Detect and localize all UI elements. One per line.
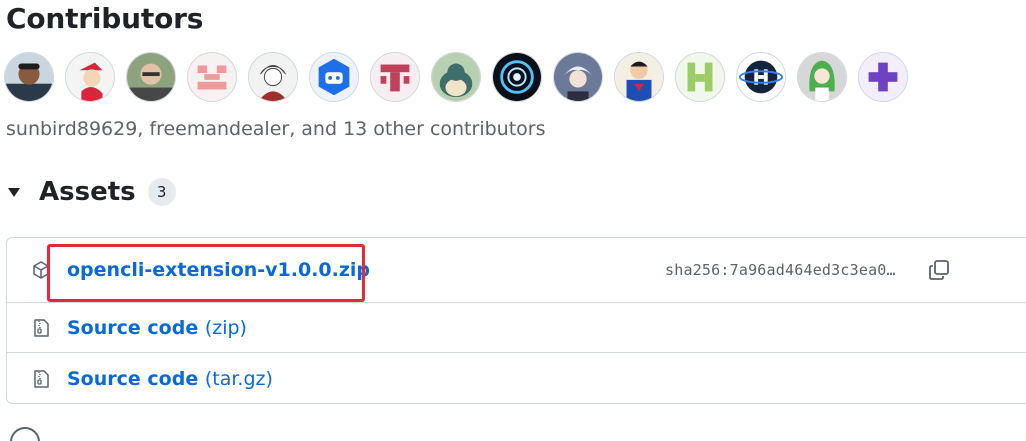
copy-button[interactable] bbox=[925, 256, 953, 284]
asset-sha256[interactable]: sha256:7a96ad464ed3c3ea0… bbox=[665, 261, 896, 279]
assets-header[interactable]: Assets 3 bbox=[6, 175, 176, 209]
contributors-heading: Contributors bbox=[6, 2, 204, 35]
asset-row: Source code (zip) bbox=[7, 303, 1026, 353]
asset-row: Source code (tar.gz) bbox=[7, 353, 1026, 404]
contributors-summary[interactable]: sunbird89629, freemandealer, and 13 othe… bbox=[6, 118, 546, 140]
file-zip-icon bbox=[34, 369, 49, 388]
avatar[interactable] bbox=[797, 52, 847, 102]
smiley-icon[interactable] bbox=[8, 425, 42, 441]
avatar[interactable] bbox=[248, 52, 298, 102]
avatar[interactable] bbox=[675, 52, 725, 102]
caret-down-icon[interactable] bbox=[6, 184, 22, 200]
assets-heading: Assets bbox=[39, 177, 136, 207]
asset-download-link[interactable]: opencli-extension-v1.0.0.zip bbox=[67, 259, 370, 281]
package-icon bbox=[33, 261, 49, 279]
asset-row: opencli-extension-v1.0.0.zip sha256:7a96… bbox=[7, 238, 1026, 303]
avatar[interactable] bbox=[431, 52, 481, 102]
avatar[interactable] bbox=[553, 52, 603, 102]
avatar[interactable] bbox=[614, 52, 664, 102]
source-code-zip-link[interactable]: Source code (zip) bbox=[67, 317, 247, 339]
avatar[interactable] bbox=[309, 52, 359, 102]
source-code-targz-link[interactable]: Source code (tar.gz) bbox=[67, 368, 273, 390]
avatar[interactable] bbox=[736, 52, 786, 102]
assets-list: opencli-extension-v1.0.0.zip sha256:7a96… bbox=[6, 237, 1026, 404]
avatar[interactable] bbox=[492, 52, 542, 102]
avatar[interactable] bbox=[126, 52, 176, 102]
avatar[interactable] bbox=[370, 52, 420, 102]
avatar[interactable] bbox=[4, 52, 54, 102]
assets-count-badge: 3 bbox=[147, 178, 176, 206]
copy-icon bbox=[929, 260, 949, 280]
avatar[interactable] bbox=[858, 52, 908, 102]
release-page: Contributors sunbird89629, freemandealer… bbox=[0, 0, 1026, 441]
avatar[interactable] bbox=[187, 52, 237, 102]
file-zip-icon bbox=[34, 318, 49, 337]
avatar[interactable] bbox=[65, 52, 115, 102]
